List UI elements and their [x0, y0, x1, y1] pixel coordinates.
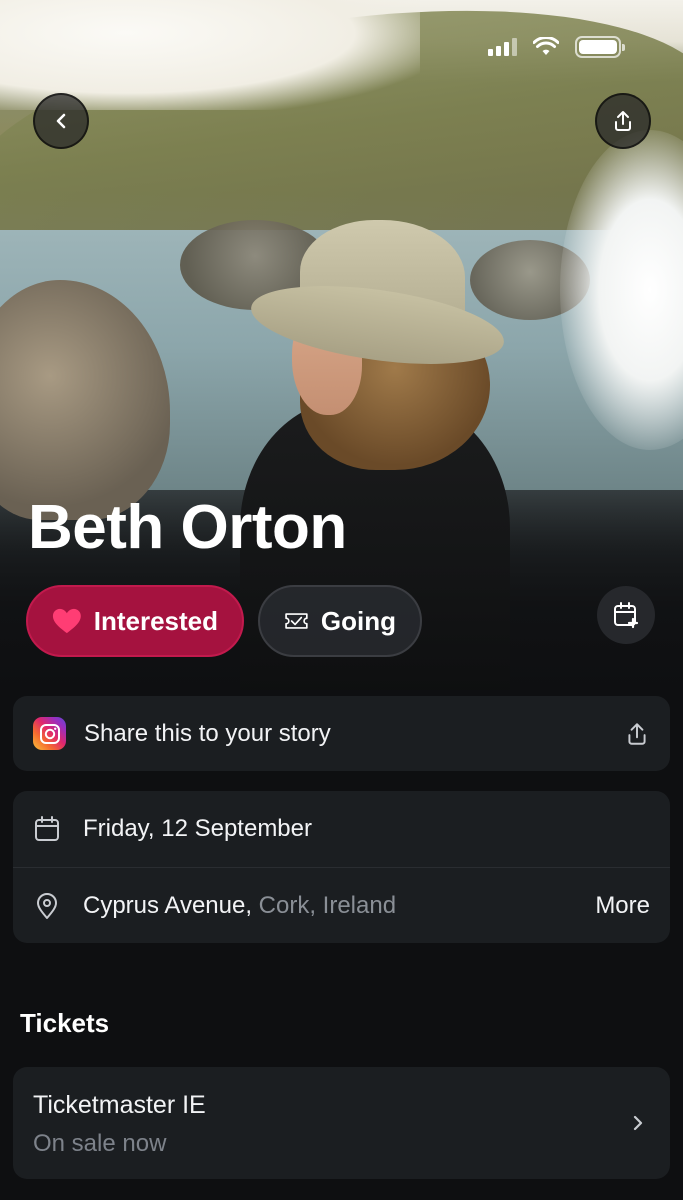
calendar-icon	[35, 816, 59, 841]
chevron-right-icon	[633, 1115, 643, 1131]
share-story-card[interactable]: Share this to your story	[13, 696, 670, 771]
more-button[interactable]: More	[595, 892, 650, 920]
ticket-check-icon	[285, 613, 308, 629]
share-button[interactable]	[595, 93, 651, 149]
share-story-label: Share this to your story	[84, 719, 331, 747]
interested-label: Interested	[93, 605, 218, 636]
event-title: Beth Orton	[28, 493, 347, 562]
signal-icon	[488, 38, 517, 56]
wifi-icon	[533, 37, 559, 55]
back-button[interactable]	[33, 93, 89, 149]
going-label: Going	[320, 605, 396, 636]
event-date: Friday, 12 September	[83, 815, 312, 842]
venue-name: Cyprus Avenue,	[83, 891, 252, 919]
date-row[interactable]: Friday, 12 September	[13, 791, 670, 867]
share-icon	[615, 111, 631, 131]
ticket-status: On sale now	[33, 1130, 167, 1157]
interested-button[interactable]: Interested	[26, 585, 244, 657]
ticket-provider-name: Ticketmaster IE	[33, 1091, 206, 1119]
going-button[interactable]: Going	[258, 585, 422, 657]
heart-icon	[52, 608, 81, 634]
back-icon	[56, 113, 66, 129]
ticket-provider-card[interactable]: Ticketmaster IE On sale now	[13, 1067, 670, 1179]
instagram-icon	[33, 717, 66, 750]
tickets-heading: Tickets	[20, 1008, 110, 1038]
venue-city: Cork, Ireland	[252, 891, 397, 919]
status-bar	[488, 36, 625, 58]
event-details-card: Friday, 12 September Cyprus Avenue, Cork…	[13, 791, 670, 943]
location-row[interactable]: Cyprus Avenue, Cork, Ireland More	[13, 867, 670, 943]
event-location: Cyprus Avenue, Cork, Ireland	[83, 892, 595, 920]
battery-icon	[575, 36, 625, 58]
location-pin-icon	[37, 892, 57, 919]
calendar-plus-icon	[614, 602, 639, 629]
add-to-calendar-button[interactable]	[597, 586, 655, 644]
share-icon	[628, 722, 646, 745]
